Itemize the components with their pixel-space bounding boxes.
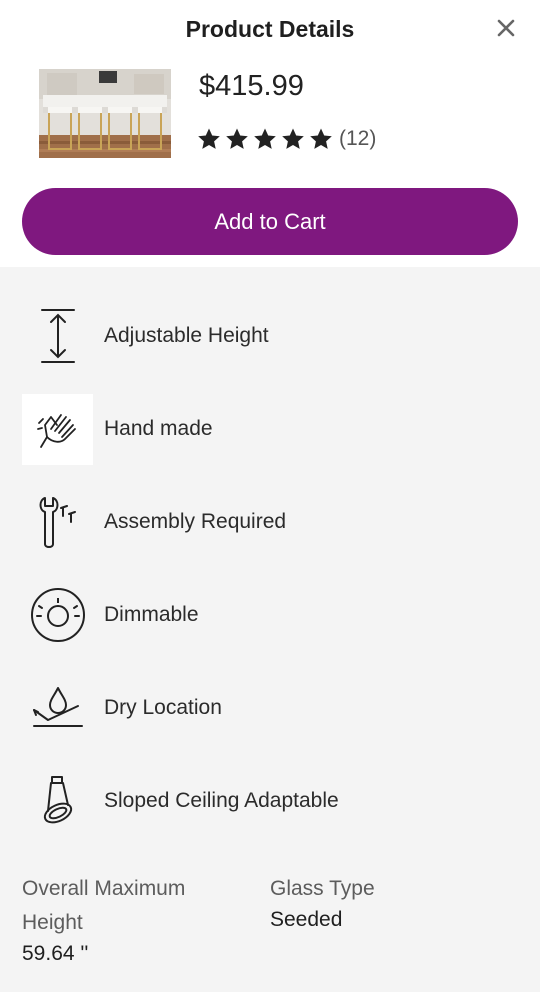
feature-item: Hand made [22, 393, 518, 465]
feature-label: Dimmable [104, 603, 199, 626]
spec-value: Seeded [270, 908, 343, 931]
star-icon [282, 128, 304, 149]
feature-item: Dry Location [22, 672, 518, 744]
add-to-cart-button[interactable]: Add to Cart [22, 188, 518, 255]
spec-value: 59.64 '' [22, 942, 89, 965]
spec-item: Overall Maximum Height 59.64 '' [22, 872, 242, 966]
spec-label: Overall Maximum Height [22, 877, 186, 934]
feature-label: Dry Location [104, 696, 222, 719]
bar-stools-image [39, 69, 171, 158]
star-icon [310, 128, 332, 149]
price: $415.99 [199, 70, 304, 102]
product-summary: Product Details $415.99 (12) Add to Cart [0, 0, 540, 267]
feature-item: Assembly Required [22, 486, 518, 558]
feature-label: Adjustable Height [104, 324, 269, 347]
product-image[interactable] [39, 69, 171, 158]
feature-item: Dimmable [22, 579, 518, 651]
dry-location-icon [22, 673, 93, 744]
spec-item: Glass Type Seeded [270, 872, 510, 932]
dimmer-dial-icon [22, 580, 93, 651]
star-icon [198, 128, 220, 149]
feature-label: Sloped Ceiling Adaptable [104, 789, 339, 812]
rating-count: (12) [339, 127, 377, 150]
close-icon [497, 19, 515, 37]
feature-label: Hand made [104, 417, 213, 440]
rating[interactable]: (12) [197, 127, 376, 151]
feature-item: Adjustable Height [22, 300, 518, 372]
sloped-ceiling-icon [22, 766, 93, 837]
close-button[interactable] [492, 14, 520, 42]
feature-item: Sloped Ceiling Adaptable [22, 765, 518, 837]
adjustable-height-icon [22, 301, 93, 372]
spec-label: Glass Type [270, 877, 375, 900]
star-icon [226, 128, 248, 149]
feature-label: Assembly Required [104, 510, 287, 533]
hand-made-icon [22, 393, 93, 465]
assembly-tools-icon [22, 487, 93, 558]
page-title: Product Details [185, 16, 355, 42]
star-icon [254, 128, 276, 149]
